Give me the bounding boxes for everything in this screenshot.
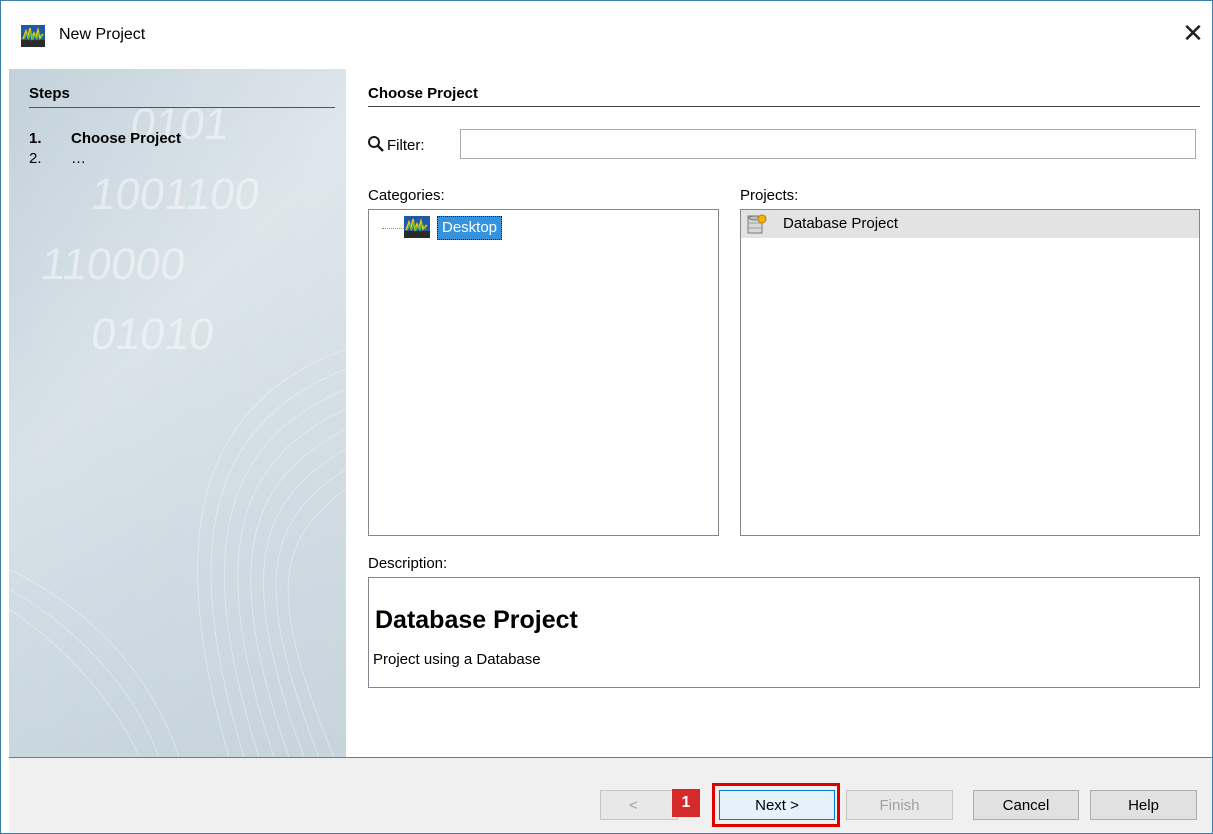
section-title: Choose Project bbox=[368, 85, 479, 102]
categories-label: Categories: bbox=[368, 187, 445, 204]
project-item-database-project[interactable]: Database Project bbox=[741, 210, 1199, 238]
description-title: Database Project bbox=[375, 606, 578, 634]
annotation-badge: 1 bbox=[672, 789, 700, 817]
project-item-label: Database Project bbox=[783, 215, 899, 232]
filter-input[interactable] bbox=[460, 129, 1196, 159]
desktop-category-icon bbox=[404, 216, 430, 238]
section-divider bbox=[368, 106, 1200, 107]
steps-title: Steps bbox=[29, 85, 70, 102]
next-button[interactable]: Next > bbox=[719, 790, 835, 820]
projects-list[interactable]: Database Project bbox=[740, 209, 1200, 536]
help-button[interactable]: Help bbox=[1090, 790, 1197, 820]
back-button[interactable]: < Back bbox=[600, 790, 678, 820]
close-icon[interactable]: ✕ bbox=[1179, 19, 1207, 47]
filter-label: Filter: bbox=[387, 137, 425, 154]
finish-button[interactable]: Finish bbox=[846, 790, 953, 820]
app-logo-icon bbox=[21, 25, 45, 47]
new-project-dialog: New Project ✕ 0101 1001100 110000 01010 bbox=[0, 0, 1213, 834]
steps-divider bbox=[29, 107, 335, 108]
binary-background-graphic: 0101 1001100 110000 01010 bbox=[9, 69, 346, 757]
database-project-icon bbox=[747, 214, 767, 234]
steps-panel: 0101 1001100 110000 01010 Steps 1. Choos… bbox=[9, 69, 346, 757]
description-label: Description: bbox=[368, 555, 448, 572]
cancel-button[interactable]: Cancel bbox=[973, 790, 1079, 820]
step-label: … bbox=[71, 150, 86, 167]
tree-connector bbox=[382, 228, 404, 229]
search-icon bbox=[368, 136, 384, 152]
categories-tree[interactable]: Desktop bbox=[368, 209, 719, 536]
description-text: Project using a Database bbox=[373, 651, 541, 668]
projects-label: Projects: bbox=[740, 187, 799, 204]
category-item-desktop[interactable]: Desktop bbox=[437, 216, 503, 240]
window-title: New Project bbox=[59, 26, 146, 43]
step-label: Choose Project bbox=[71, 130, 182, 147]
step-number: 2. bbox=[29, 150, 42, 167]
step-number: 1. bbox=[29, 130, 42, 147]
title-bar: New Project ✕ bbox=[1, 1, 1212, 69]
description-panel: Database Project Project using a Databas… bbox=[368, 577, 1200, 688]
step-item-choose-project: 1. Choose Project bbox=[29, 130, 181, 147]
step-item-next: 2. … bbox=[29, 150, 86, 167]
